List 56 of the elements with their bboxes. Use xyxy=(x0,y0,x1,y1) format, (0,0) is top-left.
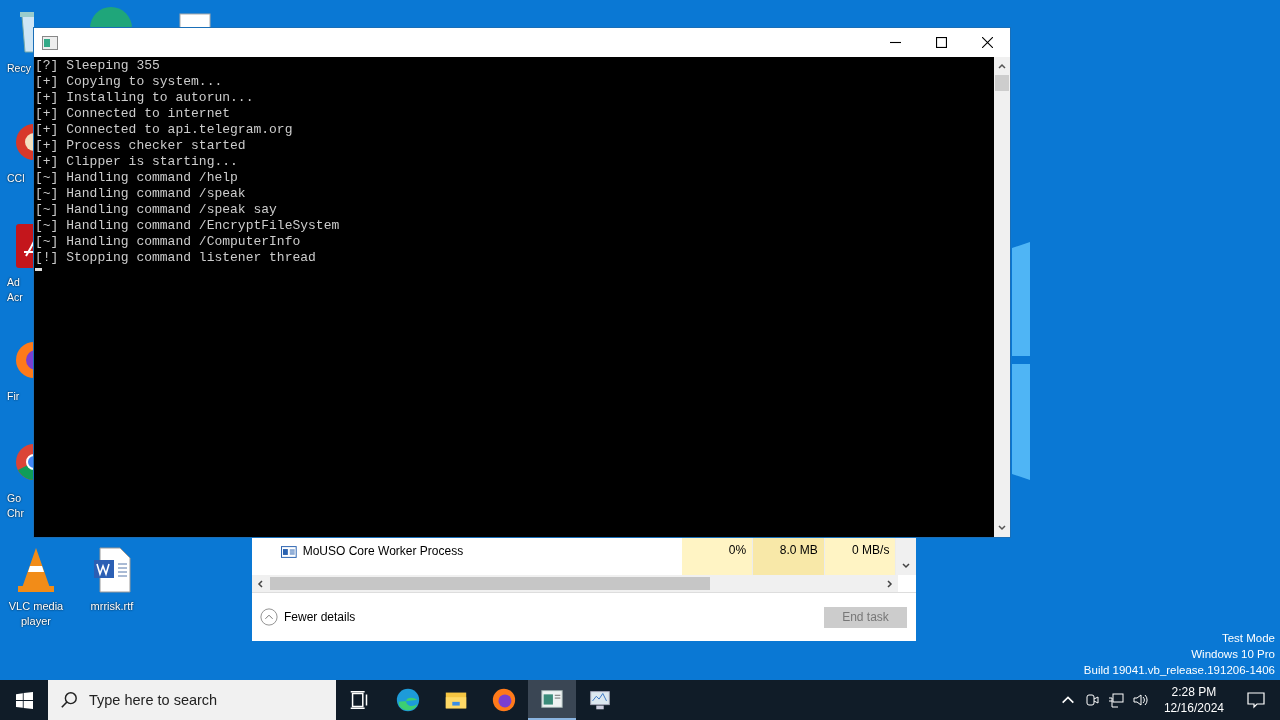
fewer-details-button[interactable]: Fewer details xyxy=(260,608,356,626)
console-line: [~] Handling command /speak xyxy=(35,186,247,202)
icon-label: Acr xyxy=(7,290,23,305)
console-line: [~] Handling command /help xyxy=(35,170,239,186)
windows-logo-icon xyxy=(15,691,33,709)
icon-label: Fir xyxy=(7,389,20,404)
camera-icon[interactable] xyxy=(1083,692,1100,708)
process-name[interactable]: MoUSO Core Worker Process xyxy=(302,544,682,558)
fox-browser-icon xyxy=(491,687,517,713)
icon-label: Chr xyxy=(7,506,24,521)
scroll-left-icon[interactable] xyxy=(256,578,266,589)
icon-label: CCl xyxy=(7,171,25,186)
disk-cell: 0 MB/s xyxy=(824,537,897,575)
search-box[interactable]: Type here to search xyxy=(48,680,336,720)
maximize-icon xyxy=(935,37,947,48)
scroll-down-icon[interactable] xyxy=(997,523,1007,533)
scroll-right-icon[interactable] xyxy=(884,578,894,589)
close-icon xyxy=(981,37,993,48)
process-icon xyxy=(281,546,297,558)
icon-label: Ad xyxy=(7,275,20,290)
scroll-up-icon[interactable] xyxy=(997,61,1007,71)
console-line: [~] Handling command /EncryptFileSystem xyxy=(35,218,341,234)
scroll-down-icon[interactable] xyxy=(901,561,912,571)
os-info-text: Windows 10 Pro xyxy=(1191,647,1275,662)
notification-icon[interactable] xyxy=(1246,690,1266,710)
taskbar-app-button[interactable] xyxy=(528,680,576,720)
os-info-text: Test Mode xyxy=(1221,631,1275,646)
icon-label: VLC media xyxy=(8,599,64,614)
console-line: [~] Handling command /ComputerInfo xyxy=(35,234,302,250)
volume-icon[interactable] xyxy=(1131,692,1148,708)
cpu-cell: 0% xyxy=(681,537,754,575)
console-icon xyxy=(42,35,58,50)
console-line: [+] Installing to autorun... xyxy=(35,90,255,106)
browser-icon xyxy=(395,687,421,713)
console-line: [+] Connected to internet xyxy=(35,106,232,122)
icon-label: Recy xyxy=(7,61,31,76)
icon-label: Go xyxy=(7,491,21,506)
icon-label: player xyxy=(21,614,51,629)
text-cursor xyxy=(35,268,42,271)
console-line: [?] Sleeping 355 xyxy=(35,58,161,74)
console-line: [!] Stopping command listener thread xyxy=(35,250,317,266)
memory-cell: 8.0 MB xyxy=(753,537,825,575)
console-line: [+] Connected to api.telegram.org xyxy=(35,122,294,138)
os-info-text: Build 19041.vb_release.191206-1406 xyxy=(1083,663,1275,678)
scrollbar-thumb[interactable] xyxy=(270,577,710,590)
icon-label: mrrisk.rtf xyxy=(90,599,134,614)
console-line: [+] Clipper is starting... xyxy=(35,154,239,170)
collapse-icon xyxy=(260,608,278,626)
scrollbar-thumb[interactable] xyxy=(995,75,1009,91)
console-line: [+] Copying to system... xyxy=(35,74,224,90)
search-icon xyxy=(60,691,78,709)
clock-button[interactable]: 2:28 PM 12/16/2024 xyxy=(1157,683,1230,717)
console-line: [~] Handling command /speak say xyxy=(35,202,278,218)
search-field[interactable]: Type here to search xyxy=(87,691,331,709)
network-icon[interactable] xyxy=(1107,692,1124,708)
console-line: [+] Process checker started xyxy=(35,138,247,154)
